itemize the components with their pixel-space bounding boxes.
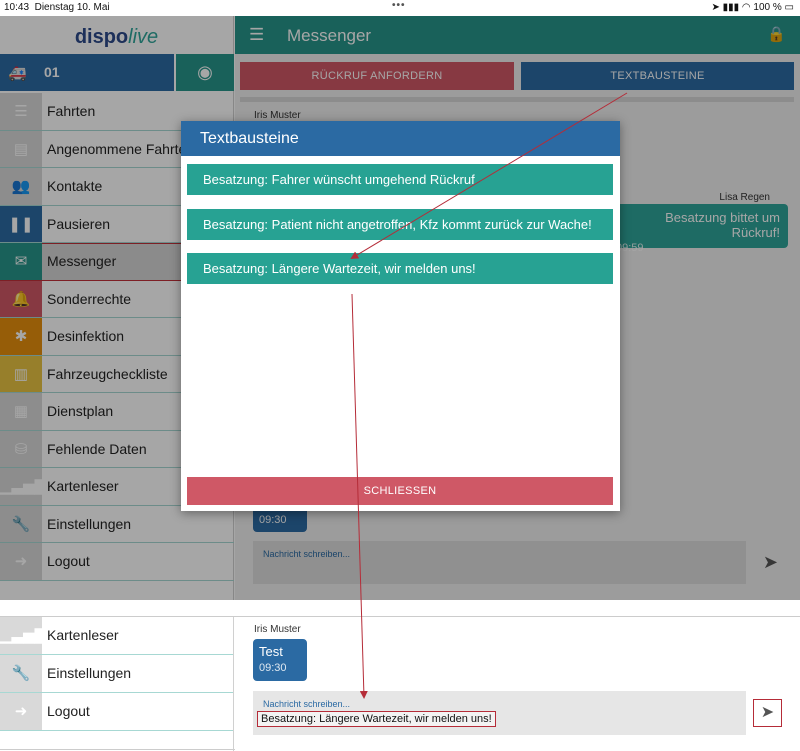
sidebar-item-einstellungen[interactable]: 🔧 Einstellungen: [0, 655, 233, 693]
message-input[interactable]: Nachricht schreiben... Besatzung: Länger…: [253, 691, 746, 735]
sidebar-item-logout[interactable]: ➜ Logout: [0, 693, 233, 731]
send-button[interactable]: ➤: [753, 699, 782, 727]
wrench-icon: 🔧: [0, 655, 42, 692]
sender-name: Iris Muster: [254, 624, 301, 635]
signal-icon: ▁▃▅▇: [0, 617, 46, 654]
sidebar-item-kartenleser[interactable]: ▁▃▅▇ Kartenleser: [0, 617, 233, 655]
snippet-item[interactable]: Besatzung: Fahrer wünscht umgehend Rückr…: [187, 164, 613, 195]
snippet-item[interactable]: Besatzung: Patient nicht angetroffen, Kf…: [187, 209, 613, 240]
bubble-message: Test: [259, 644, 283, 659]
messenger-main: Iris Muster Test 09:30 Nachricht schreib…: [235, 617, 800, 751]
sidebar: ▁▃▅▇ Kartenleser 🔧 Einstellungen ➜ Logout: [0, 617, 234, 751]
bubble-time: 09:30: [259, 662, 287, 674]
status-time: 10:43 Dienstag 10. Mai: [4, 2, 110, 13]
multitask-dots[interactable]: •••: [392, 0, 406, 11]
text-snippets-dialog: Textbausteine Besatzung: Fahrer wünscht …: [181, 121, 620, 511]
sidebar-item-label: Logout: [47, 703, 90, 719]
sidebar-item-label: Kartenleser: [47, 627, 119, 643]
top-screenshot: 10:43 Dienstag 10. Mai ••• ➤ ▮▮▮ ◠ 100 %…: [0, 0, 800, 600]
status-right: ➤ ▮▮▮ ◠ 100 % ▭: [711, 2, 794, 13]
logout-icon: ➜: [0, 693, 42, 730]
dialog-title: Textbausteine: [181, 121, 620, 156]
input-placeholder: Nachricht schreiben...: [263, 699, 351, 709]
send-icon: ➤: [760, 704, 775, 721]
sidebar-item-label: Einstellungen: [47, 665, 132, 681]
bottom-screenshot: ▁▃▅▇ Kartenleser 🔧 Einstellungen ➜ Logout I…: [0, 616, 800, 751]
status-bar: 10:43 Dienstag 10. Mai ••• ➤ ▮▮▮ ◠ 100 %…: [0, 0, 800, 16]
chat-bubble-left: Test 09:30: [253, 639, 307, 681]
snippet-item[interactable]: Besatzung: Längere Wartezeit, wir melden…: [187, 253, 613, 284]
separator: [0, 600, 800, 616]
close-button[interactable]: SCHLIESSEN: [187, 477, 613, 505]
input-value: Besatzung: Längere Wartezeit, wir melden…: [257, 711, 496, 727]
